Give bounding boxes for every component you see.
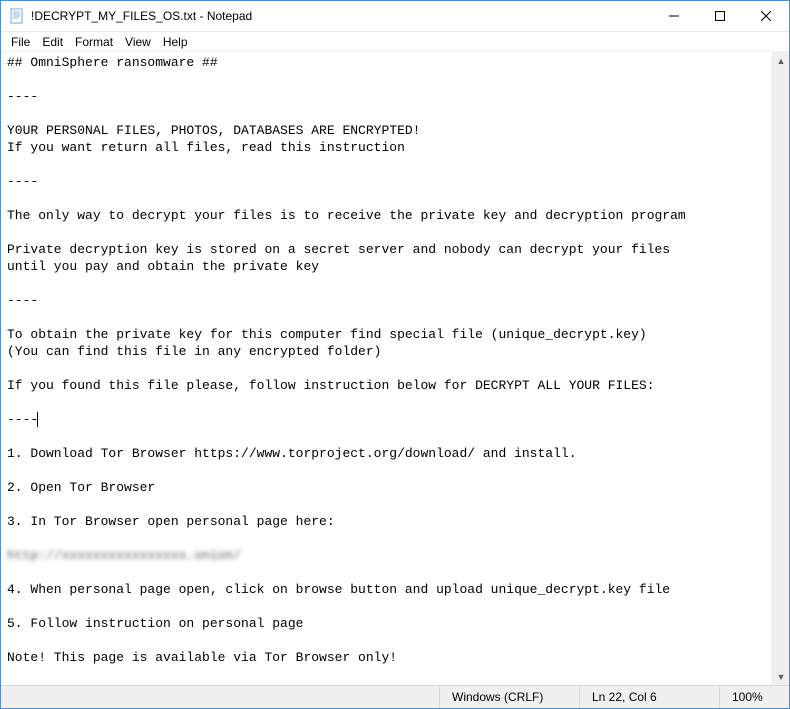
menu-format[interactable]: Format bbox=[69, 34, 119, 50]
status-encoding: Windows (CRLF) bbox=[439, 686, 579, 708]
menu-file[interactable]: File bbox=[5, 34, 36, 50]
menubar: File Edit Format View Help bbox=[1, 32, 789, 52]
window-controls bbox=[651, 1, 789, 31]
menu-view[interactable]: View bbox=[119, 34, 157, 50]
close-button[interactable] bbox=[743, 1, 789, 31]
editor-area: ## OmniSphere ransomware ## ---- Y0UR PE… bbox=[1, 52, 789, 685]
text-content[interactable]: ## OmniSphere ransomware ## ---- Y0UR PE… bbox=[1, 52, 789, 685]
notepad-icon bbox=[9, 8, 25, 24]
titlebar: !DECRYPT_MY_FILES_OS.txt - Notepad bbox=[1, 1, 789, 32]
statusbar: Windows (CRLF) Ln 22, Col 6 100% bbox=[1, 685, 789, 708]
status-zoom: 100% bbox=[719, 686, 789, 708]
status-position: Ln 22, Col 6 bbox=[579, 686, 719, 708]
notepad-window: !DECRYPT_MY_FILES_OS.txt - Notepad File … bbox=[0, 0, 790, 709]
scroll-up-icon[interactable]: ▲ bbox=[773, 52, 789, 69]
vertical-scrollbar[interactable]: ▲ ▼ bbox=[772, 52, 789, 685]
maximize-button[interactable] bbox=[697, 1, 743, 31]
scroll-down-icon[interactable]: ▼ bbox=[773, 668, 789, 685]
menu-edit[interactable]: Edit bbox=[36, 34, 69, 50]
minimize-button[interactable] bbox=[651, 1, 697, 31]
scroll-track[interactable] bbox=[773, 69, 789, 668]
menu-help[interactable]: Help bbox=[157, 34, 194, 50]
window-title: !DECRYPT_MY_FILES_OS.txt - Notepad bbox=[31, 9, 252, 23]
